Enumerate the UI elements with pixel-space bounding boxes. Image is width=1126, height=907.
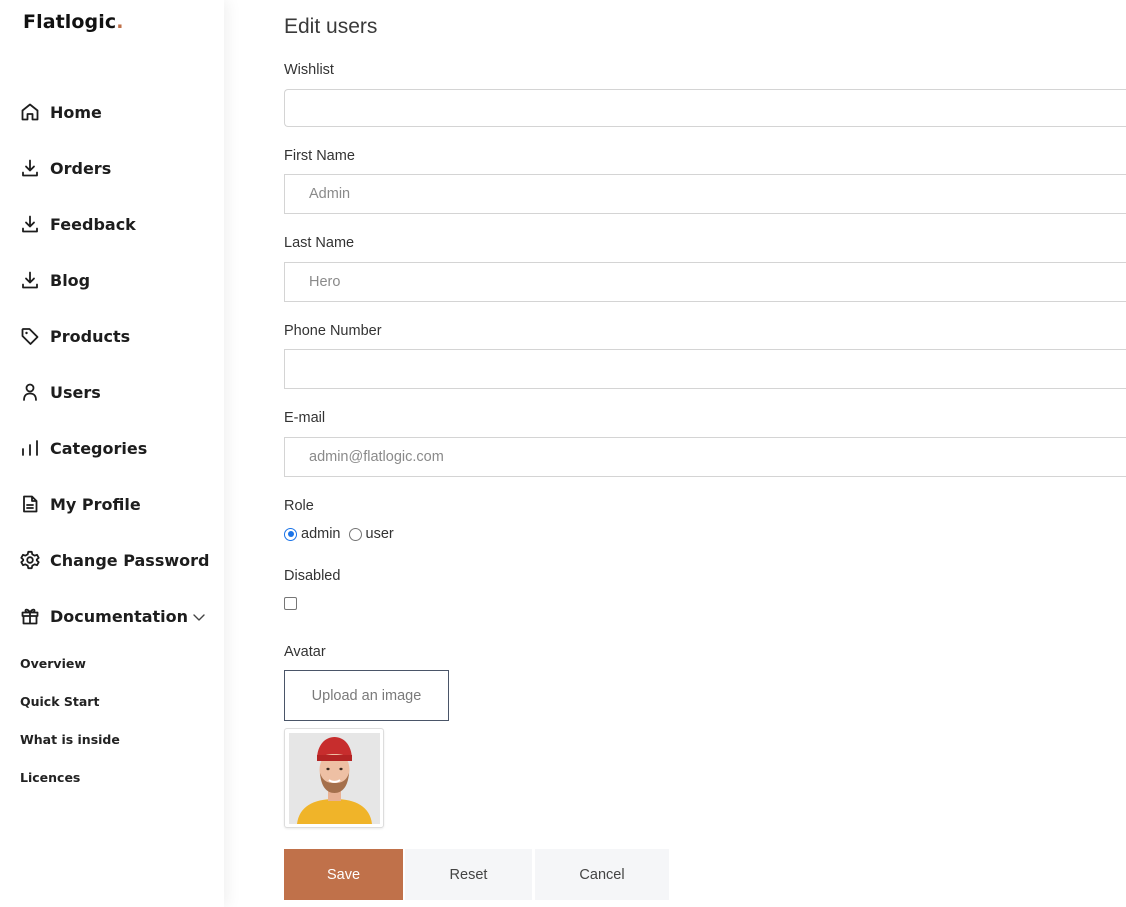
last-name-field[interactable]	[284, 262, 1126, 302]
first-name-label: First Name	[284, 148, 355, 164]
settings-icon	[20, 550, 40, 570]
logo-text: Flatlogic	[23, 11, 117, 33]
phone-number-field[interactable]	[284, 349, 1126, 389]
role-option-admin[interactable]: admin	[284, 526, 341, 542]
role-label: Role	[284, 498, 314, 514]
sidebar-item-products[interactable]: Products	[0, 316, 224, 356]
tag-icon	[20, 326, 40, 346]
avatar-image	[289, 733, 380, 824]
sidebar-subitem-overview[interactable]: Overview	[20, 656, 86, 671]
sidebar-item-label: Orders	[50, 158, 112, 178]
sidebar-item-home[interactable]: Home	[0, 92, 224, 132]
sidebar-item-label: Products	[50, 326, 131, 346]
upload-image-button[interactable]: Upload an image	[284, 670, 449, 721]
sidebar-item-change-password[interactable]: Change Password	[0, 540, 224, 580]
role-user-label: user	[365, 526, 394, 542]
wishlist-field[interactable]	[284, 89, 1126, 127]
role-option-user[interactable]: user	[348, 526, 394, 542]
wishlist-label: Wishlist	[284, 62, 334, 78]
document-icon	[20, 494, 40, 514]
sidebar-subitem-licences[interactable]: Licences	[20, 770, 80, 785]
sidebar-item-documentation[interactable]: Documentation	[0, 596, 224, 636]
sidebar-item-users[interactable]: Users	[0, 372, 224, 412]
edit-user-form: Edit users Wishlist First Name Last Name…	[284, 0, 1126, 907]
last-name-label: Last Name	[284, 235, 355, 251]
role-admin-label: admin	[301, 526, 341, 542]
phone-number-label: Phone Number	[284, 323, 382, 339]
sidebar-item-feedback[interactable]: Feedback	[0, 204, 224, 244]
sidebar: Flatlogic. Home Orders Feedback Blog Pro…	[0, 0, 224, 907]
role-radio-group: admin user	[284, 525, 402, 543]
sidebar-subitem-what-is-inside[interactable]: What is inside	[20, 732, 120, 747]
disabled-label: Disabled	[284, 568, 341, 584]
disabled-checkbox[interactable]	[284, 597, 297, 610]
gift-icon	[20, 606, 40, 626]
user-icon	[20, 382, 40, 402]
sidebar-item-label: Change Password	[50, 550, 210, 570]
download-icon	[20, 158, 40, 178]
role-user-radio[interactable]	[348, 527, 362, 541]
sidebar-item-orders[interactable]: Orders	[0, 148, 224, 188]
sidebar-item-my-profile[interactable]: My Profile	[0, 484, 224, 524]
logo[interactable]: Flatlogic.	[23, 11, 124, 33]
page-title: Edit users	[284, 15, 378, 38]
download-icon	[20, 214, 40, 234]
avatar-thumbnail[interactable]	[284, 728, 384, 828]
home-icon	[20, 102, 40, 122]
sidebar-subitem-quick-start[interactable]: Quick Start	[20, 694, 99, 709]
sidebar-item-label: Documentation	[50, 606, 189, 626]
sidebar-item-label: Categories	[50, 438, 148, 458]
sidebar-item-blog[interactable]: Blog	[0, 260, 224, 300]
chevron-down-icon[interactable]	[192, 610, 206, 624]
sidebar-item-label: Users	[50, 382, 101, 402]
email-field[interactable]	[284, 437, 1126, 477]
cancel-button[interactable]: Cancel	[535, 849, 669, 900]
sidebar-item-categories[interactable]: Categories	[0, 428, 224, 468]
sidebar-item-label: Blog	[50, 270, 91, 290]
email-label: E-mail	[284, 410, 326, 426]
first-name-field[interactable]	[284, 174, 1126, 214]
sidebar-item-label: Home	[50, 102, 102, 122]
save-button[interactable]: Save	[284, 849, 403, 900]
logo-dot: .	[116, 11, 124, 33]
bar-chart-icon	[20, 438, 40, 458]
download-icon	[20, 270, 40, 290]
sidebar-item-label: Feedback	[50, 214, 136, 234]
role-admin-radio[interactable]	[284, 527, 297, 541]
sidebar-item-label: My Profile	[50, 494, 141, 514]
reset-button[interactable]: Reset	[405, 849, 532, 900]
avatar-label: Avatar	[284, 644, 326, 660]
